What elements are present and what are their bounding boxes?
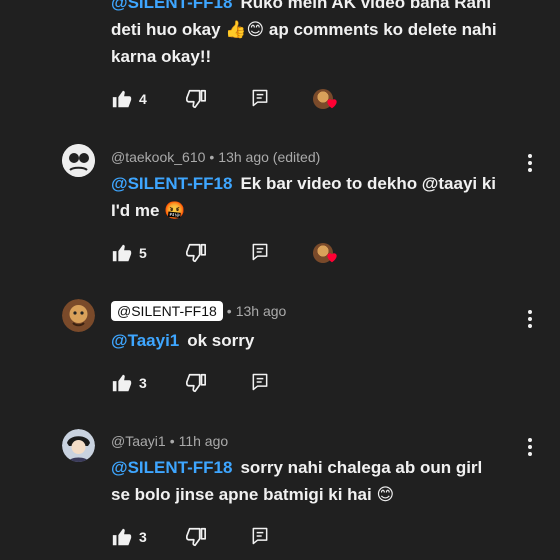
reply-button[interactable] <box>250 88 270 108</box>
like-count: 3 <box>139 375 147 391</box>
comment-text-line: Ek bar video to dekho @taayi ki <box>240 174 497 193</box>
like-button[interactable]: 5 <box>111 242 147 264</box>
dislike-button[interactable] <box>185 242 207 264</box>
like-icon <box>111 242 133 264</box>
dislike-icon <box>185 88 207 110</box>
mention-link[interactable]: @SILENT-FF18 <box>111 458 232 477</box>
creator-heart-icon <box>325 250 339 264</box>
dislike-icon <box>185 372 207 394</box>
comment-time: 13h ago (edited) <box>218 149 321 165</box>
mention-link[interactable]: @Taayi1 <box>111 331 179 350</box>
dislike-button[interactable] <box>185 526 207 548</box>
like-button[interactable]: 3 <box>111 526 147 548</box>
dislike-button[interactable] <box>185 372 207 394</box>
like-count: 3 <box>139 529 147 545</box>
meta-separator: • <box>226 303 232 319</box>
comment-text-line: Ruko mein AK video bana Rahi <box>240 0 492 12</box>
creator-heart <box>313 242 339 266</box>
comment-text-line: sorry nahi chalega ab oun girl <box>240 458 483 477</box>
creator-heart <box>313 88 339 112</box>
comment-text-line: se bolo jinse apne batmigi ki hai 😊 <box>111 485 395 504</box>
avatar-image <box>62 429 95 462</box>
comment-text-line: karna okay!! <box>111 47 212 66</box>
creator-badge[interactable]: @SILENT-FF18 <box>111 301 223 321</box>
like-icon <box>111 372 133 394</box>
avatar-image <box>62 299 95 332</box>
comment-time: 11h ago <box>178 433 229 449</box>
dislike-icon <box>185 242 207 264</box>
reply-button[interactable] <box>250 526 270 546</box>
more-vert-icon[interactable] <box>528 310 532 328</box>
avatar-image <box>62 144 95 177</box>
comment-text: @SILENT-FF18 Ek bar video to dekho @taayi… <box>111 170 531 224</box>
meta-separator: • <box>209 149 215 165</box>
comment-meta: @SILENT-FF18 • 13h ago <box>111 301 286 321</box>
meta-separator: • <box>169 433 175 449</box>
reply-icon <box>250 372 270 392</box>
like-icon <box>111 88 133 110</box>
dislike-icon <box>185 526 207 548</box>
comment-text-line: ok sorry <box>187 331 255 350</box>
reply-button[interactable] <box>250 242 270 262</box>
reply-icon <box>250 242 270 262</box>
comment-meta: @taekook_610 • 13h ago (edited) <box>111 149 320 165</box>
like-button[interactable]: 4 <box>111 88 147 110</box>
comment-text: @SILENT-FF18 sorry nahi chalega ab oun gi… <box>111 454 531 508</box>
like-count: 5 <box>139 245 147 261</box>
comment-text: @SILENT-FF18 Ruko mein AK video bana Rahi… <box>111 0 531 70</box>
comment-text-line: deti huo okay 👍😊 ap comments ko delete n… <box>111 20 497 39</box>
comment-author[interactable]: @Taayi1 <box>111 433 166 449</box>
reply-icon <box>250 88 270 108</box>
creator-heart-icon <box>325 96 339 110</box>
dislike-button[interactable] <box>185 88 207 110</box>
comment-author[interactable]: @taekook_610 <box>111 149 205 165</box>
reply-icon <box>250 526 270 546</box>
like-count: 4 <box>139 91 147 107</box>
comment-text-line: I'd me 🤬 <box>111 201 186 220</box>
comment-text: @Taayi1 ok sorry <box>111 327 531 354</box>
mention-link[interactable]: @SILENT-FF18 <box>111 0 232 12</box>
like-icon <box>111 526 133 548</box>
avatar[interactable] <box>62 429 95 462</box>
like-button[interactable]: 3 <box>111 372 147 394</box>
comment-time: 13h ago <box>235 303 287 319</box>
mention-link[interactable]: @SILENT-FF18 <box>111 174 232 193</box>
avatar[interactable] <box>62 144 95 177</box>
comment-meta: @Taayi1 • 11h ago <box>111 433 228 449</box>
avatar[interactable] <box>62 299 95 332</box>
reply-button[interactable] <box>250 372 270 392</box>
